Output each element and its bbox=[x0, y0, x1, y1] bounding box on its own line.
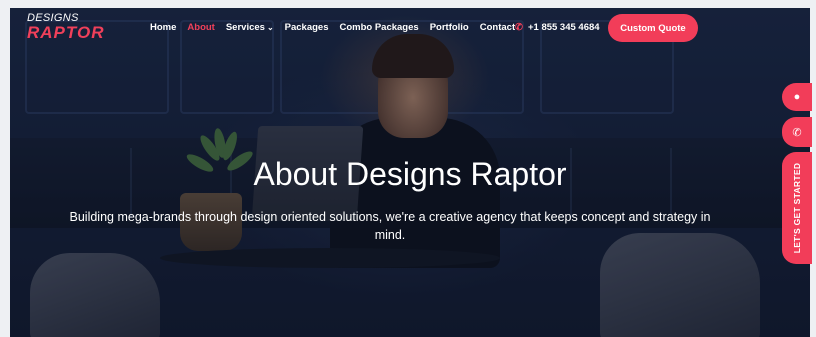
side-phone-button[interactable]: ✆ bbox=[782, 117, 812, 147]
main-nav: Home About Services ⌄ Packages Combo Pack… bbox=[150, 22, 526, 33]
nav-home[interactable]: Home bbox=[150, 22, 176, 33]
page-title: About Designs Raptor bbox=[253, 156, 567, 192]
lets-get-started-label: LET'S GET STARTED bbox=[792, 162, 802, 254]
chat-button[interactable]: ● bbox=[782, 83, 812, 111]
nav-services[interactable]: Services ⌄ bbox=[226, 22, 274, 33]
phone-icon: ✆ bbox=[792, 126, 802, 139]
chevron-down-icon: ⌄ bbox=[266, 23, 274, 32]
nav-about[interactable]: About bbox=[187, 22, 214, 33]
chat-icon: ● bbox=[793, 91, 801, 103]
nav-combo-packages[interactable]: Combo Packages bbox=[339, 22, 418, 33]
phone-icon: ✆ bbox=[515, 22, 523, 33]
brand-logo[interactable]: DESIGNS RAPTOR bbox=[27, 13, 105, 42]
custom-quote-button[interactable]: Custom Quote bbox=[608, 14, 698, 42]
page-subtitle: Building mega-brands through design orie… bbox=[69, 210, 711, 242]
logo-line2: RAPTOR bbox=[27, 23, 105, 42]
nav-portfolio[interactable]: Portfolio bbox=[430, 22, 469, 33]
phone-link[interactable]: ✆ +1 855 345 4684 bbox=[515, 22, 600, 33]
lets-get-started-button[interactable]: LET'S GET STARTED bbox=[782, 152, 812, 264]
phone-number: +1 855 345 4684 bbox=[527, 22, 600, 33]
nav-packages[interactable]: Packages bbox=[285, 22, 329, 33]
nav-services-label: Services bbox=[225, 22, 265, 33]
hero-section: DESIGNS RAPTOR Home About Services ⌄ Pack… bbox=[10, 8, 810, 337]
nav-contact[interactable]: Contact bbox=[480, 22, 515, 33]
